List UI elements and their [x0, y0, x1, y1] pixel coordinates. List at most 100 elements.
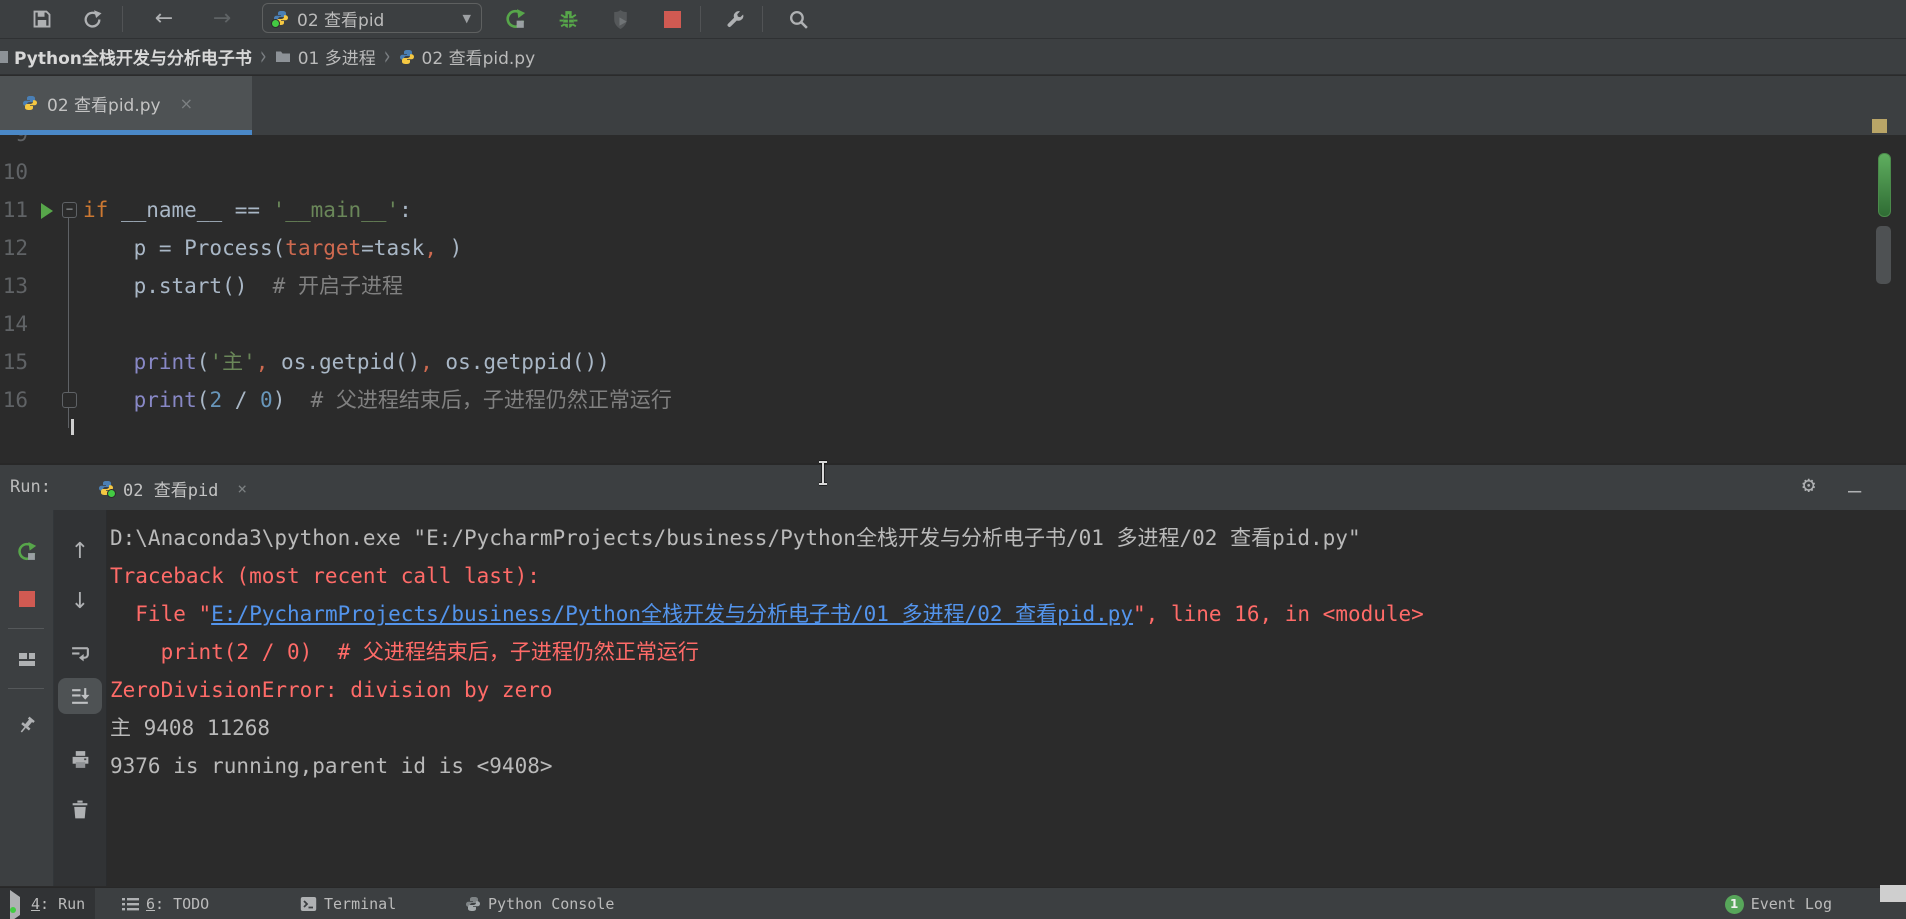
- up-stack-trace-button[interactable]: ↑: [69, 538, 91, 564]
- folder-icon: [275, 50, 291, 63]
- code-line: 17: [0, 419, 1870, 428]
- statusbar-todo-button[interactable]: 6: TODO: [112, 888, 219, 919]
- line-number: 16: [2, 388, 28, 412]
- stop-button[interactable]: [660, 7, 684, 31]
- pycharm-window: { "toolbar": { "run_config_label": "02 查…: [0, 0, 1906, 919]
- arrow-down-icon: ↓: [70, 588, 90, 614]
- line-number: 11: [2, 198, 28, 222]
- code-text: print('主', os.getpid(), os.getppid()): [133, 350, 610, 374]
- debug-button[interactable]: [556, 7, 580, 31]
- code-line: 11 − if __name__ == '__main__':: [0, 191, 1870, 229]
- soft-wrap-button[interactable]: [69, 642, 91, 664]
- run-console-tab[interactable]: 02 查看pid ×: [98, 470, 247, 506]
- code-line: 14: [0, 305, 1870, 343]
- breadcrumb-folder-label: 01 多进程: [297, 49, 376, 69]
- console-line: ZeroDivisionError: division by zero: [110, 671, 1424, 709]
- console-line: print(2 / 0) # 父进程结束后，子进程仍然正常运行: [110, 633, 1424, 671]
- code-text: print(2 / 0) # 父进程结束后，子进程仍然正常运行: [133, 388, 672, 412]
- toolbar-divider: [8, 628, 44, 629]
- console-line: 主 9408 11268: [110, 709, 1424, 747]
- breadcrumb-folder[interactable]: 01 多进程: [275, 44, 376, 69]
- run-config-label: 02 查看pid: [297, 10, 385, 31]
- run-tab-label: 02 查看pid: [123, 480, 219, 501]
- editor-scrollbar-thumb[interactable]: [1876, 226, 1891, 284]
- forward-arrow-icon: →: [212, 6, 232, 31]
- run-console-panel: ↑ ↓ D:\Anaconda3\python.exe "E:/PycharmP…: [0, 510, 1906, 886]
- run-button[interactable]: [503, 7, 527, 31]
- console-output: D:\Anaconda3\python.exe "E:/PycharmProje…: [110, 519, 1424, 785]
- navigation-bar: Python全栈开发与分析电子书 › 01 多进程 › 02 查看pid.py: [0, 39, 1906, 75]
- code-text: p.start() # 开启子进程: [83, 274, 403, 298]
- save-icon: [32, 9, 52, 29]
- line-number: 12: [2, 236, 28, 260]
- clear-console-button[interactable]: [69, 798, 91, 820]
- console-text: Traceback (most recent call last):: [110, 564, 540, 588]
- status-bar: 4: Run 6: TODO Terminal Python Console 1…: [0, 885, 1906, 919]
- restore-layout-button[interactable]: [16, 648, 38, 670]
- navigate-back-button[interactable]: ←: [152, 7, 176, 31]
- minimize-icon[interactable]: —: [1848, 479, 1861, 504]
- event-log-button[interactable]: 1 Event Log: [1715, 888, 1842, 919]
- close-icon[interactable]: ×: [237, 479, 247, 498]
- fold-marker-icon[interactable]: −: [62, 202, 77, 218]
- rerun-icon: [504, 8, 526, 30]
- console-toolbar: ↑ ↓: [54, 510, 107, 886]
- search-everywhere-button[interactable]: [786, 7, 810, 31]
- coverage-button[interactable]: [608, 7, 632, 31]
- statusbar-terminal-label: Terminal: [324, 895, 397, 913]
- analysis-ok-marker[interactable]: [1878, 153, 1891, 217]
- mouse-ibeam-cursor: [816, 460, 830, 486]
- statusbar-terminal-button[interactable]: Terminal: [290, 888, 406, 919]
- python-icon: [98, 480, 116, 498]
- gear-icon[interactable]: ⚙: [1802, 473, 1815, 498]
- line-number: 17: [0, 419, 28, 428]
- editor-tab-active[interactable]: 02 查看pid.py ×: [0, 76, 252, 130]
- statusbar-python-console-button[interactable]: Python Console: [455, 888, 624, 919]
- file-status-marker[interactable]: [1872, 119, 1887, 133]
- rerun-button[interactable]: [16, 540, 38, 562]
- toolbar-separator: [700, 6, 701, 32]
- refresh-icon: [82, 9, 103, 30]
- code-editor[interactable]: 9 10 11 −if __name__ == '__main__': 12 p = P…: [0, 135, 1906, 463]
- breadcrumb-project[interactable]: Python全栈开发与分析电子书: [14, 44, 252, 69]
- back-arrow-icon: ←: [154, 6, 174, 31]
- toolbar-separator: [122, 6, 123, 32]
- wrench-icon: [724, 9, 745, 30]
- python-icon: [465, 896, 481, 912]
- code-line: 10: [0, 153, 1870, 191]
- settings-button[interactable]: [722, 7, 746, 31]
- statusbar-todo-label: 6: TODO: [146, 895, 210, 913]
- statusbar-run-button[interactable]: 4: Run: [0, 888, 96, 919]
- traceback-link[interactable]: E:/PycharmProjects/business/Python全栈开发与分…: [211, 602, 1133, 626]
- breadcrumb-file[interactable]: 02 查看pid.py: [399, 44, 535, 69]
- terminal-icon: [300, 896, 317, 912]
- down-stack-trace-button[interactable]: ↓: [69, 588, 91, 614]
- print-button[interactable]: [69, 748, 91, 770]
- pin-button[interactable]: [16, 714, 38, 736]
- breadcrumb-chevron-icon: ›: [383, 41, 391, 72]
- shield-play-icon: [610, 9, 631, 30]
- run-line-icon[interactable]: [41, 203, 53, 219]
- save-all-button[interactable]: [30, 7, 54, 31]
- code-line: 12 p = Process(target=task, ): [0, 229, 1870, 267]
- close-icon[interactable]: ×: [180, 94, 193, 113]
- breadcrumb-project-label: Python全栈开发与分析电子书: [14, 49, 252, 69]
- run-configuration-selector[interactable]: 02 查看pid ▼: [262, 3, 482, 33]
- navigate-forward-button[interactable]: →: [210, 7, 234, 31]
- statusbar-python-console-label: Python Console: [488, 895, 615, 913]
- main-toolbar: ← → 02 查看pid ▼: [0, 0, 1906, 39]
- stop-button[interactable]: [16, 588, 38, 610]
- code-text: if __name__ == '__main__':: [83, 198, 412, 222]
- running-indicator-dot: [10, 907, 16, 913]
- arrow-up-icon: ↑: [70, 538, 90, 564]
- line-number: 15: [2, 350, 28, 374]
- code-line: 13 p.start() # 开启子进程: [0, 267, 1870, 305]
- console-text: ZeroDivisionError: division by zero: [110, 678, 553, 702]
- code-line: 9: [0, 135, 1870, 153]
- scroll-to-end-button[interactable]: [69, 685, 91, 707]
- line-number: 9: [0, 135, 28, 153]
- synchronize-button[interactable]: [80, 7, 104, 31]
- fold-marker-icon[interactable]: [62, 392, 77, 408]
- editor-tab-label: 02 查看pid.py: [47, 95, 161, 116]
- running-indicator-dot: [271, 19, 280, 28]
